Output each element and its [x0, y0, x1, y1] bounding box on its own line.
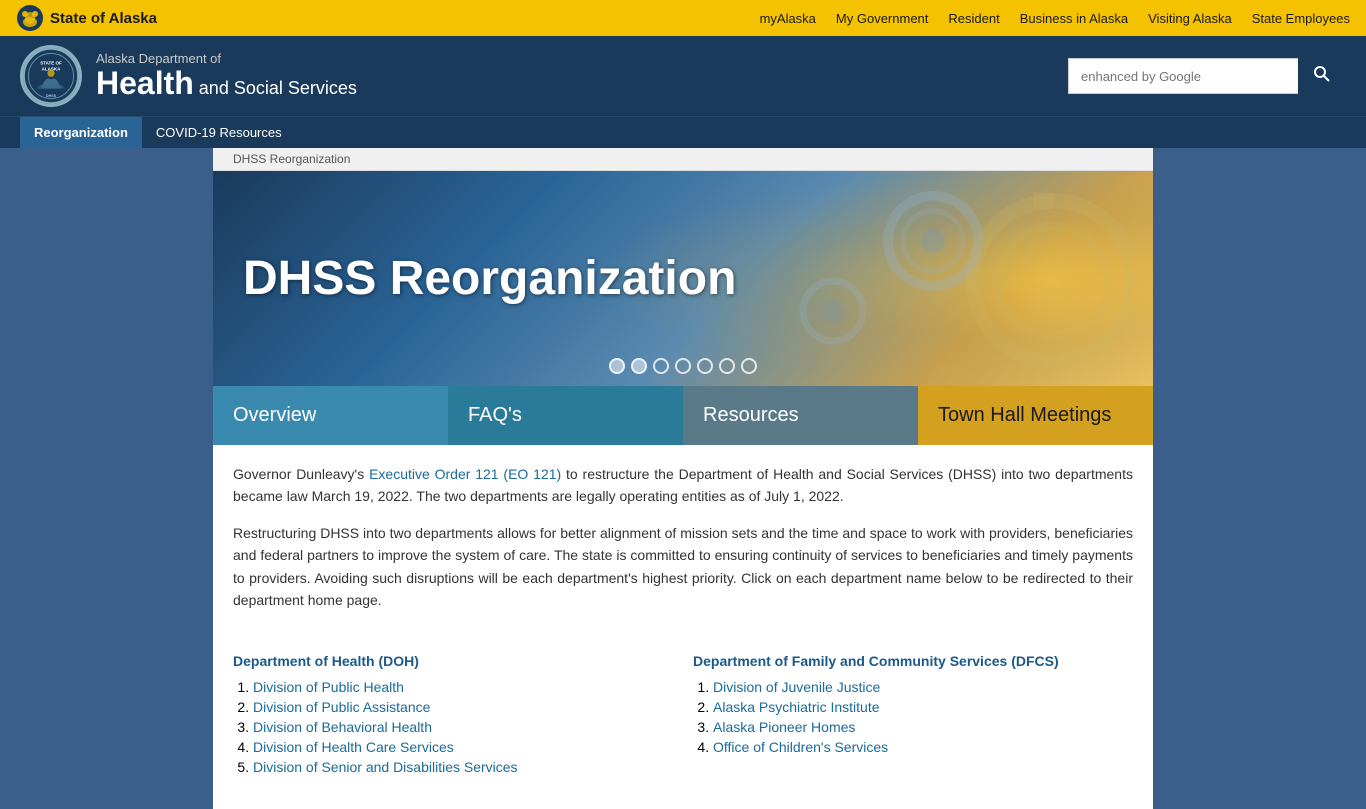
- slider-dots: [609, 358, 757, 374]
- doh-title[interactable]: Department of Health (DOH): [233, 653, 673, 669]
- nav-business[interactable]: Business in Alaska: [1020, 11, 1128, 26]
- doh-item-1: Division of Public Health: [253, 679, 673, 695]
- doh-column: Department of Health (DOH) Division of P…: [233, 653, 673, 779]
- doh-link-4[interactable]: Division of Health Care Services: [253, 739, 454, 755]
- doh-item-2: Division of Public Assistance: [253, 699, 673, 715]
- doh-link-2[interactable]: Division of Public Assistance: [253, 699, 430, 715]
- state-logo-area: State of Alaska: [16, 4, 216, 32]
- doh-list: Division of Public Health Division of Pu…: [233, 679, 673, 775]
- bear-icon: [16, 4, 44, 32]
- nav-covid[interactable]: COVID-19 Resources: [142, 117, 296, 148]
- doh-item-5: Division of Senior and Disabilities Serv…: [253, 759, 673, 775]
- dfcs-list: Division of Juvenile Justice Alaska Psyc…: [693, 679, 1133, 755]
- doh-link-1[interactable]: Division of Public Health: [253, 679, 404, 695]
- tab-townhall[interactable]: Town Hall Meetings: [918, 386, 1153, 445]
- slider-dot-2[interactable]: [631, 358, 647, 374]
- dfcs-link-3[interactable]: Alaska Pioneer Homes: [713, 719, 855, 735]
- health-text: Health: [96, 65, 194, 101]
- top-nav-links: myAlaska My Government Resident Business…: [760, 11, 1350, 26]
- tabs-bar: Overview FAQ's Resources Town Hall Meeti…: [213, 386, 1153, 445]
- dfcs-item-3: Alaska Pioneer Homes: [713, 719, 1133, 735]
- nav-resident[interactable]: Resident: [948, 11, 999, 26]
- hero-banner: DHSS Reorganization: [213, 171, 1153, 386]
- slider-dot-7[interactable]: [741, 358, 757, 374]
- dfcs-item-4: Office of Children's Services: [713, 739, 1133, 755]
- nav-myalaska[interactable]: myAlaska: [760, 11, 816, 26]
- breadcrumb-text: DHSS Reorganization: [233, 152, 350, 166]
- and-social-text: and Social Services: [194, 78, 357, 98]
- search-icon: [1313, 65, 1331, 83]
- nav-reorganization[interactable]: Reorganization: [20, 117, 142, 148]
- slider-dot-1[interactable]: [609, 358, 625, 374]
- doh-link-5[interactable]: Division of Senior and Disabilities Serv…: [253, 759, 518, 775]
- para1-prefix: Governor Dunleavy's: [233, 466, 369, 482]
- dept-main-title: Health and Social Services: [96, 66, 357, 101]
- slider-dot-4[interactable]: [675, 358, 691, 374]
- logo-area: STATE OF ALASKA DHSS Alaska Department o…: [20, 45, 357, 107]
- doh-link-3[interactable]: Division of Behavioral Health: [253, 719, 432, 735]
- site-header: STATE OF ALASKA DHSS Alaska Department o…: [0, 36, 1366, 116]
- search-button[interactable]: [1298, 58, 1346, 94]
- paragraph-1: Governor Dunleavy's Executive Order 121 …: [233, 463, 1133, 508]
- slider-dot-6[interactable]: [719, 358, 735, 374]
- svg-text:DHSS: DHSS: [46, 94, 57, 98]
- dfcs-item-2: Alaska Psychiatric Institute: [713, 699, 1133, 715]
- dfcs-item-1: Division of Juvenile Justice: [713, 679, 1133, 695]
- nav-visiting[interactable]: Visiting Alaska: [1148, 11, 1232, 26]
- department-seal: STATE OF ALASKA DHSS: [20, 45, 82, 107]
- dfcs-link-1[interactable]: Division of Juvenile Justice: [713, 679, 880, 695]
- paragraph-2: Restructuring DHSS into two departments …: [233, 522, 1133, 612]
- tab-overview[interactable]: Overview: [213, 386, 448, 445]
- doh-item-3: Division of Behavioral Health: [253, 719, 673, 735]
- dfcs-column: Department of Family and Community Servi…: [693, 653, 1133, 779]
- eo121-link[interactable]: Executive Order 121 (EO 121): [369, 466, 561, 482]
- dfcs-title[interactable]: Department of Family and Community Servi…: [693, 653, 1133, 669]
- top-bar: State of Alaska myAlaska My Government R…: [0, 0, 1366, 36]
- slider-dot-3[interactable]: [653, 358, 669, 374]
- dfcs-link-4[interactable]: Office of Children's Services: [713, 739, 888, 755]
- svg-text:STATE OF: STATE OF: [40, 60, 62, 65]
- dfcs-link-2[interactable]: Alaska Psychiatric Institute: [713, 699, 880, 715]
- search-area: [1068, 58, 1346, 94]
- search-input[interactable]: [1068, 58, 1298, 94]
- departments-section: Department of Health (DOH) Division of P…: [213, 643, 1153, 789]
- breadcrumb: DHSS Reorganization: [213, 148, 1153, 171]
- hero-title: DHSS Reorganization: [213, 251, 736, 306]
- main-text: Governor Dunleavy's Executive Order 121 …: [213, 445, 1153, 643]
- tab-resources[interactable]: Resources: [683, 386, 918, 445]
- main-nav: Reorganization COVID-19 Resources: [0, 116, 1366, 148]
- content-wrapper: DHSS Reorganization: [213, 148, 1153, 809]
- nav-mygovernment[interactable]: My Government: [836, 11, 928, 26]
- nav-employees[interactable]: State Employees: [1252, 11, 1350, 26]
- doh-item-4: Division of Health Care Services: [253, 739, 673, 755]
- dept-line1: Alaska Department of: [96, 51, 357, 66]
- dept-title: Alaska Department of Health and Social S…: [96, 51, 357, 101]
- slider-dot-5[interactable]: [697, 358, 713, 374]
- tab-faqs[interactable]: FAQ's: [448, 386, 683, 445]
- state-name: State of Alaska: [50, 10, 157, 27]
